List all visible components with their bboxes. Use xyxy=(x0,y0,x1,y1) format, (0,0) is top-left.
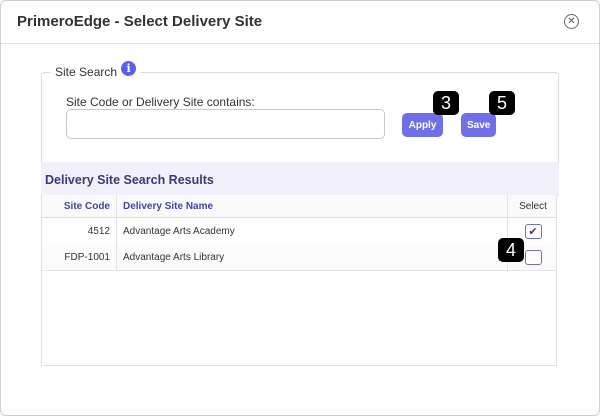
results-title: Delivery Site Search Results xyxy=(45,173,214,187)
select-checkbox[interactable] xyxy=(524,249,542,265)
site-code-cell: FDP-1001 xyxy=(42,244,117,270)
column-header-site-code[interactable]: Site Code xyxy=(42,195,117,217)
site-name-cell: Advantage Arts Academy xyxy=(117,218,508,244)
apply-button[interactable]: Apply xyxy=(402,113,443,137)
info-icon[interactable]: i xyxy=(121,61,137,76)
column-header-site-name[interactable]: Delivery Site Name xyxy=(117,195,508,217)
step-badge-3: 3 xyxy=(433,91,459,115)
step-badge-4: 4 xyxy=(498,238,524,262)
column-header-select: Select xyxy=(519,200,547,212)
table-row[interactable]: 4512 Advantage Arts Academy ✔ xyxy=(42,218,556,245)
site-name-cell: Advantage Arts Library xyxy=(117,244,508,270)
results-section-header: Delivery Site Search Results xyxy=(41,162,559,196)
close-glyph: ✕ xyxy=(567,15,576,27)
select-delivery-site-dialog: PrimeroEdge - Select Delivery Site ✕ Sit… xyxy=(0,0,600,416)
table-header: Site Code Delivery Site Name Select xyxy=(42,195,556,218)
dialog-header: PrimeroEdge - Select Delivery Site ✕ xyxy=(1,1,599,44)
close-icon[interactable]: ✕ xyxy=(564,14,579,29)
site-code-cell: 4512 xyxy=(42,218,117,244)
search-input[interactable] xyxy=(66,109,385,139)
save-button[interactable]: Save xyxy=(461,113,496,137)
table-row[interactable]: FDP-1001 Advantage Arts Library xyxy=(42,244,556,271)
checkmark-icon: ✔ xyxy=(528,225,538,238)
dialog-title: PrimeroEdge - Select Delivery Site xyxy=(17,13,263,30)
site-search-legend-text: Site Search xyxy=(55,64,118,79)
search-label: Site Code or Delivery Site contains: xyxy=(66,95,255,109)
site-search-legend: Site Search i xyxy=(51,61,141,79)
step-badge-5: 5 xyxy=(489,91,515,115)
results-table: Site Code Delivery Site Name Select 4512… xyxy=(41,195,557,366)
select-checkbox[interactable]: ✔ xyxy=(524,223,542,239)
